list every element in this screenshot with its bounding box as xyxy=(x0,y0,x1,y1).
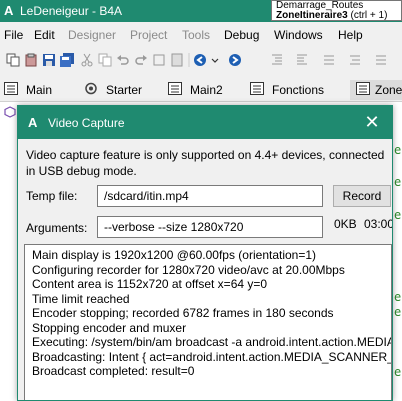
comment-icon[interactable] xyxy=(322,53,336,67)
code-fragment: e xyxy=(394,290,402,304)
code-fragment: e xyxy=(394,305,402,319)
cut-icon[interactable] xyxy=(80,53,94,67)
back-icon[interactable] xyxy=(193,53,207,67)
arguments-label: Arguments: xyxy=(26,221,88,235)
log-line: Broadcast completed: result=0 xyxy=(32,364,195,378)
log-line: Broadcasting: Intent { act=android.inten… xyxy=(32,349,391,364)
temp-file-input[interactable]: /sdcard/itin.mp4 xyxy=(97,185,323,207)
save-icon[interactable] xyxy=(42,53,56,67)
menu-file[interactable]: File xyxy=(4,28,23,42)
capture-size: 0KB xyxy=(334,217,357,231)
tooltip-line2: ZoneItineraire3 (ctrl + 1) xyxy=(276,11,397,21)
menu-designer[interactable]: Designer xyxy=(68,28,116,42)
tab-label: Fonctions xyxy=(272,83,325,97)
tab-main2[interactable]: Main2 xyxy=(168,80,238,100)
code-fragment: e xyxy=(394,175,402,189)
tab-label: Main2 xyxy=(190,83,223,97)
log-line: Main display is 1920x1200 @60.00fps (ori… xyxy=(32,248,317,262)
log-line: Time limit reached xyxy=(32,291,130,306)
module-icon xyxy=(4,82,18,95)
menu-bar: File Edit Designer Project Tools Debug W… xyxy=(0,22,402,46)
menu-edit[interactable]: Edit xyxy=(34,28,55,42)
bookmark-icon[interactable] xyxy=(152,53,166,67)
capture-log[interactable]: Main display is 1920x1200 @60.00fps (ori… xyxy=(24,244,392,400)
tooltip-module-name: ZoneItineraire3 xyxy=(276,10,348,21)
log-line: Content area is 1152x720 at offset x=64 … xyxy=(32,277,268,291)
menu-help[interactable]: Help xyxy=(338,28,363,42)
menu-project[interactable]: Project xyxy=(130,28,167,42)
capture-time: 03:00 xyxy=(364,217,393,231)
menu-windows[interactable]: Windows xyxy=(274,28,323,42)
paste-icon[interactable] xyxy=(24,53,38,67)
arguments-input[interactable]: --verbose --size 1280x720 xyxy=(97,216,323,238)
service-icon xyxy=(85,82,97,95)
menu-tools[interactable]: Tools xyxy=(182,28,210,42)
tab-label: Main xyxy=(26,83,53,97)
tab-label: Zone xyxy=(375,83,402,97)
tab-starter[interactable]: Starter xyxy=(84,80,154,100)
toolbar xyxy=(0,46,402,74)
back-dropdown-icon[interactable] xyxy=(208,53,222,67)
module-tab-strip: Main Starter Main2 Fonctions Zone xyxy=(0,76,402,102)
tab-zone[interactable]: Zone xyxy=(350,80,402,100)
list-icon[interactable] xyxy=(374,53,388,67)
tab-tooltip: Demarrage_Routes ZoneItineraire3 (ctrl +… xyxy=(271,0,402,21)
tooltip-shortcut: (ctrl + 1) xyxy=(350,10,388,21)
tab-fonctions[interactable]: Fonctions xyxy=(250,80,340,100)
log-line: Encoder stopping; recorded 6782 frames i… xyxy=(32,306,334,320)
tab-label: Starter xyxy=(106,83,143,97)
log-line: Stopping encoder and muxer xyxy=(32,320,187,335)
module-icon xyxy=(250,82,264,95)
uncomment-icon[interactable] xyxy=(348,53,362,67)
app-title: LeDeneigeur - B4A xyxy=(20,4,123,18)
log-line: Executing: /system/bin/am broadcast -a a… xyxy=(32,335,392,349)
video-capture-dialog: A Video Capture ✕ Video capture feature … xyxy=(17,105,393,401)
gutter-cube-icon xyxy=(4,106,16,118)
code-fragment: e xyxy=(394,208,402,222)
b4a-logo-icon: A xyxy=(28,115,38,130)
redo-icon[interactable] xyxy=(134,53,148,67)
forward-icon[interactable] xyxy=(228,53,242,67)
b4a-logo-icon: A xyxy=(4,3,14,18)
dialog-body: Video capture feature is only supported … xyxy=(18,139,393,400)
dialog-titlebar[interactable]: A Video Capture ✕ xyxy=(18,106,392,139)
copy2-icon[interactable] xyxy=(98,53,112,67)
module-icon xyxy=(168,82,182,95)
indent-icon[interactable] xyxy=(270,53,284,67)
temp-file-label: Temp file: xyxy=(26,189,78,203)
code-fragment: e xyxy=(394,143,402,157)
tab-main[interactable]: Main xyxy=(4,80,70,100)
close-icon[interactable]: ✕ xyxy=(362,112,382,132)
outdent-icon[interactable] xyxy=(295,53,309,67)
menu-debug[interactable]: Debug xyxy=(224,28,259,42)
copy-icon[interactable] xyxy=(6,53,20,67)
log-line: Configuring recorder for 1280x720 video/… xyxy=(32,262,345,277)
save-all-icon[interactable] xyxy=(60,53,74,67)
code-fragment: e xyxy=(394,365,402,379)
capture-notice: Video capture feature is only supported … xyxy=(26,148,385,178)
module-icon xyxy=(356,82,370,95)
dialog-title: Video Capture xyxy=(48,116,125,130)
undo-icon[interactable] xyxy=(116,53,130,67)
record-button[interactable]: Record xyxy=(333,185,391,207)
